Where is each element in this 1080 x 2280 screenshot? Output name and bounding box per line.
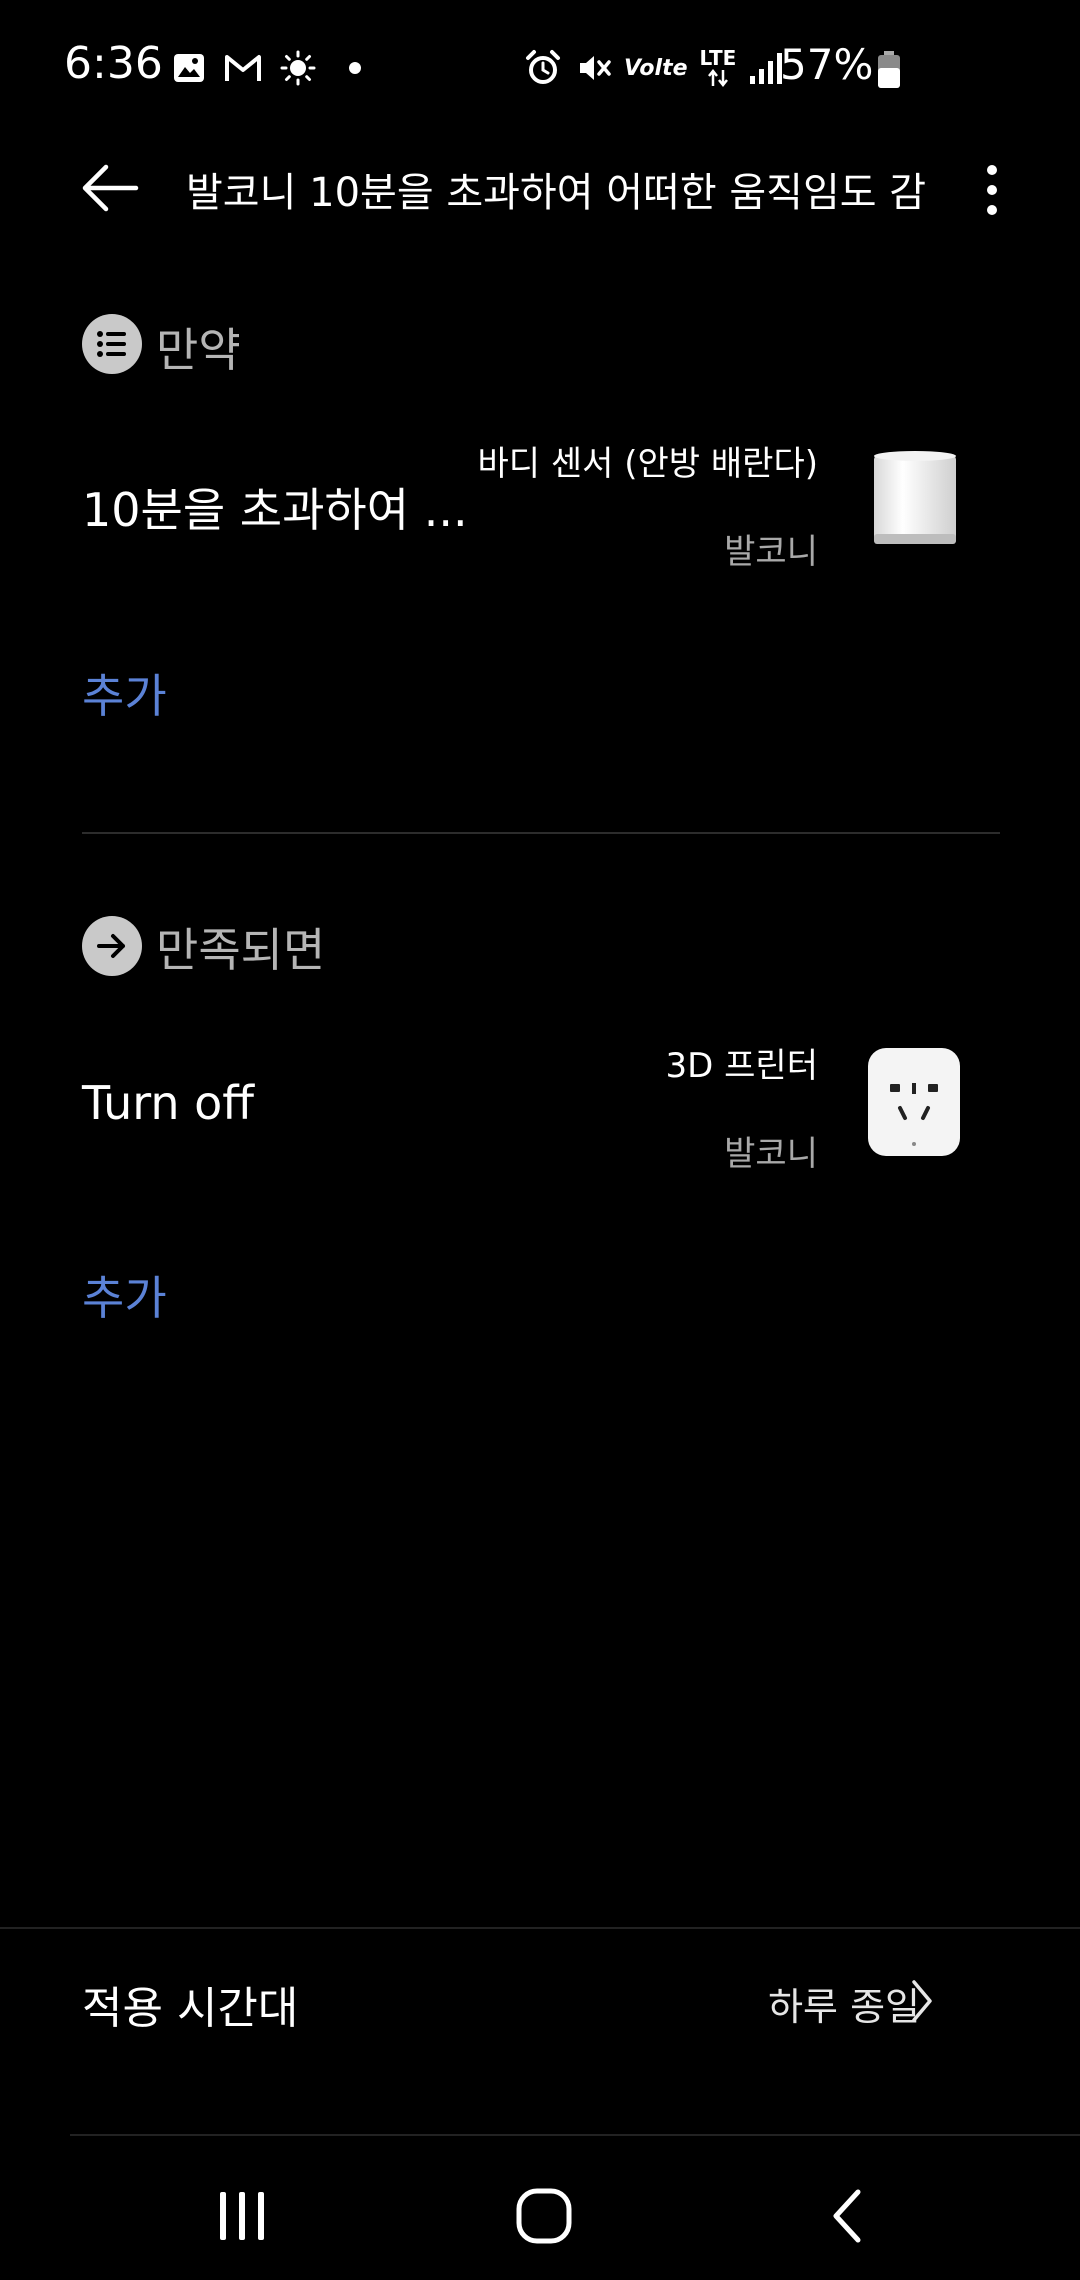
battery-percent: 57%	[780, 40, 874, 89]
gallery-icon	[174, 54, 204, 82]
status-time: 6:36	[64, 38, 163, 89]
time-period-value: 하루 종일	[768, 1985, 920, 2029]
condition-device-room: 발코니	[724, 532, 818, 572]
if-section-label: 만약	[156, 323, 241, 377]
condition-device-name: 바디 센서 (안방 배란다)	[477, 444, 818, 484]
condition-row[interactable]: 10분을 초과하여 ... 바디 센서 (안방 배란다) 발코니	[0, 420, 1080, 590]
plug-socket-icon	[890, 1083, 938, 1146]
bottom-divider	[0, 1927, 1080, 1929]
if-add-link[interactable]: 추가	[82, 660, 167, 726]
motion-sensor-icon	[874, 451, 956, 544]
time-period-row[interactable]: 적용 시간대 하루 종일	[0, 1930, 1080, 2070]
navbar-divider	[70, 2134, 1080, 2136]
battery-icon	[878, 51, 900, 88]
chevron-right-icon	[912, 1980, 932, 2022]
home-icon	[516, 2188, 572, 2244]
dot-icon	[349, 62, 361, 74]
smart-plug-icon	[868, 1048, 960, 1156]
volte-icon: Volte	[624, 55, 688, 81]
chevron-left-icon	[833, 2189, 861, 2243]
recent-apps-icon	[220, 2192, 264, 2240]
section-divider	[82, 832, 1000, 834]
action-device-name: 3D 프린터	[665, 1046, 818, 1086]
status-icons-right: Volte LTE	[524, 44, 784, 92]
lte-label: LTE	[699, 46, 737, 70]
then-section-label: 만족되면	[156, 923, 326, 977]
page-title: 발코니 10분을 초과하여 어떠한 움직임도 감...	[186, 170, 926, 216]
brightness-icon	[280, 50, 316, 86]
action-device-room: 발코니	[724, 1134, 818, 1174]
then-section-icon	[82, 916, 142, 976]
alarm-icon	[526, 50, 560, 84]
more-vertical-icon	[987, 165, 997, 215]
time-period-label: 적용 시간대	[82, 1983, 299, 2034]
then-add-link[interactable]: 추가	[82, 1262, 167, 1328]
mute-icon	[580, 56, 611, 80]
condition-text: 10분을 초과하여 ...	[82, 483, 468, 537]
status-icons-left	[172, 48, 364, 88]
lte-icon: LTE	[699, 46, 737, 88]
action-row[interactable]: Turn off 3D 프린터 발코니	[0, 1022, 1080, 1192]
gmail-icon	[225, 55, 261, 81]
recent-apps-button[interactable]	[200, 2176, 284, 2256]
arrow-right-icon	[97, 934, 125, 958]
back-button[interactable]	[72, 150, 148, 226]
signal-icon	[750, 53, 783, 84]
navigation-bar	[0, 2140, 1080, 2280]
more-options-button[interactable]	[960, 150, 1024, 230]
home-button[interactable]	[500, 2176, 588, 2256]
lte-arrows-icon	[707, 68, 728, 88]
back-arrow-icon	[82, 164, 139, 212]
list-icon	[97, 331, 126, 357]
action-text: Turn off	[82, 1076, 254, 1130]
if-section-icon	[82, 314, 142, 374]
system-back-button[interactable]	[804, 2176, 888, 2256]
